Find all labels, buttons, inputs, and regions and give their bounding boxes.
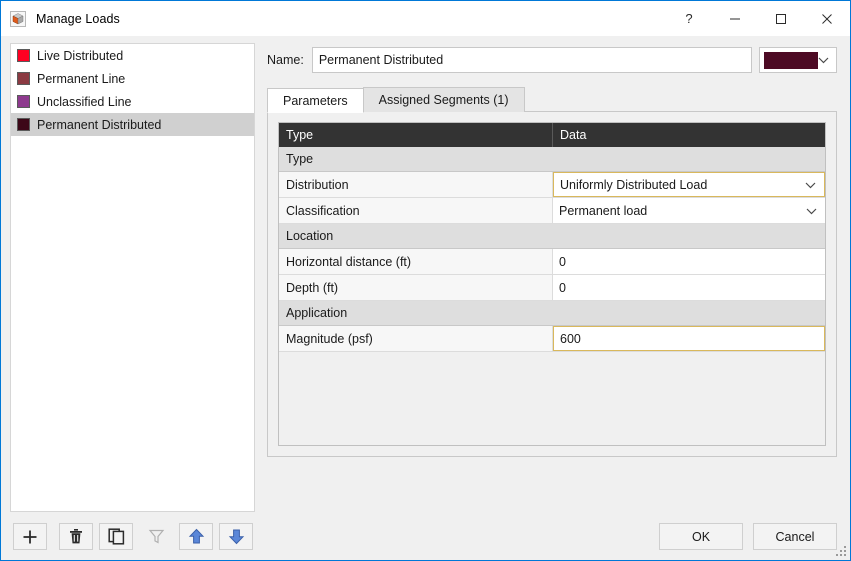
- delete-button[interactable]: [59, 523, 93, 550]
- list-item-label: Live Distributed: [37, 48, 124, 63]
- grid-value-text: Permanent load: [559, 203, 648, 218]
- grid-row-label: Depth (ft): [279, 275, 553, 300]
- grid-value-text: 0: [559, 254, 566, 269]
- grid-empty-area: [279, 352, 825, 445]
- ok-button[interactable]: OK: [659, 523, 743, 550]
- cancel-button[interactable]: Cancel: [753, 523, 837, 550]
- list-item[interactable]: Live Distributed: [11, 44, 254, 67]
- load-color-swatch: [17, 118, 30, 131]
- grid-value-text: 0: [559, 280, 566, 295]
- plus-icon: [21, 528, 39, 546]
- chevron-down-icon: [805, 178, 816, 192]
- grid-group-header: Type: [279, 147, 825, 172]
- chevron-down-icon: [818, 53, 829, 67]
- help-icon: ?: [685, 11, 693, 26]
- grid-row-label: Magnitude (psf): [279, 326, 553, 351]
- minimize-icon: [730, 18, 740, 19]
- list-item-label: Permanent Line: [37, 71, 126, 86]
- grid-value-text: 600: [560, 331, 581, 346]
- duplicate-button[interactable]: [99, 523, 133, 550]
- list-item[interactable]: Permanent Line: [11, 67, 254, 90]
- name-row: Name:: [267, 47, 837, 73]
- tab-strip: Parameters Assigned Segments (1): [267, 87, 525, 113]
- grid-value-input[interactable]: 600: [553, 326, 825, 351]
- dialog-buttons: OK Cancel: [649, 523, 837, 550]
- name-input[interactable]: [311, 47, 752, 73]
- grid-row: Magnitude (psf) 600: [279, 326, 825, 352]
- grid-header-row: Type Data: [279, 123, 825, 147]
- grid-row-label: Classification: [279, 198, 553, 223]
- list-item-label: Unclassified Line: [37, 94, 132, 109]
- filter-icon: [148, 528, 165, 545]
- grid-value-dropdown[interactable]: Permanent load: [553, 198, 825, 223]
- manage-loads-dialog: Manage Loads ? Live Distributed Permanen…: [0, 0, 851, 561]
- list-item-label: Permanent Distributed: [37, 117, 162, 132]
- window-controls: ?: [666, 1, 850, 36]
- list-item[interactable]: Unclassified Line: [11, 90, 254, 113]
- minimize-button[interactable]: [712, 1, 758, 36]
- title-bar: Manage Loads ?: [1, 1, 850, 36]
- maximize-icon: [776, 13, 786, 24]
- grid-value-input[interactable]: 0: [553, 275, 825, 300]
- grid-row-label: Distribution: [279, 172, 553, 197]
- close-button[interactable]: [804, 1, 850, 36]
- close-icon: [822, 13, 832, 24]
- grid-value-input[interactable]: 0: [553, 249, 825, 274]
- grid-row: Distribution Uniformly Distributed Load: [279, 172, 825, 198]
- list-item[interactable]: Permanent Distributed: [11, 113, 254, 136]
- tab-assigned-segments[interactable]: Assigned Segments (1): [362, 87, 525, 112]
- grid-row: Depth (ft) 0: [279, 275, 825, 301]
- chevron-down-icon: [806, 204, 817, 218]
- grid-row-label: Horizontal distance (ft): [279, 249, 553, 274]
- trash-icon: [68, 528, 84, 545]
- filter-button: [139, 523, 173, 550]
- load-color-swatch: [17, 72, 30, 85]
- window-title: Manage Loads: [36, 11, 120, 26]
- copy-icon: [107, 528, 125, 545]
- column-header-type: Type: [279, 123, 553, 147]
- arrow-up-icon: [188, 528, 205, 545]
- grid-value-dropdown[interactable]: Uniformly Distributed Load: [553, 172, 825, 197]
- grid-group-header: Location: [279, 224, 825, 249]
- name-label: Name:: [267, 53, 304, 67]
- help-button[interactable]: ?: [666, 1, 712, 36]
- move-down-button[interactable]: [219, 523, 253, 550]
- move-up-button[interactable]: [179, 523, 213, 550]
- add-button[interactable]: [13, 523, 47, 550]
- tab-parameters[interactable]: Parameters: [267, 88, 364, 113]
- loads-list[interactable]: Live Distributed Permanent Line Unclassifi…: [10, 43, 255, 512]
- grid-group-header: Application: [279, 301, 825, 326]
- arrow-down-icon: [228, 528, 245, 545]
- load-color-swatch: [17, 95, 30, 108]
- grid-row: Classification Permanent load: [279, 198, 825, 224]
- color-dropdown[interactable]: [758, 47, 837, 73]
- grid-value-text: Uniformly Distributed Load: [560, 177, 708, 192]
- color-swatch: [763, 51, 818, 69]
- resize-grip[interactable]: [835, 545, 847, 557]
- maximize-button[interactable]: [758, 1, 804, 36]
- column-header-data: Data: [560, 128, 587, 142]
- properties-grid: Type Data Type Distribution Uniformly Dist…: [278, 122, 826, 446]
- grid-body: Type Distribution Uniformly Distributed Lo…: [279, 147, 825, 352]
- cube-icon: [10, 10, 26, 27]
- grid-row: Horizontal distance (ft) 0: [279, 249, 825, 275]
- load-color-swatch: [17, 49, 30, 62]
- list-toolbar: [13, 523, 259, 550]
